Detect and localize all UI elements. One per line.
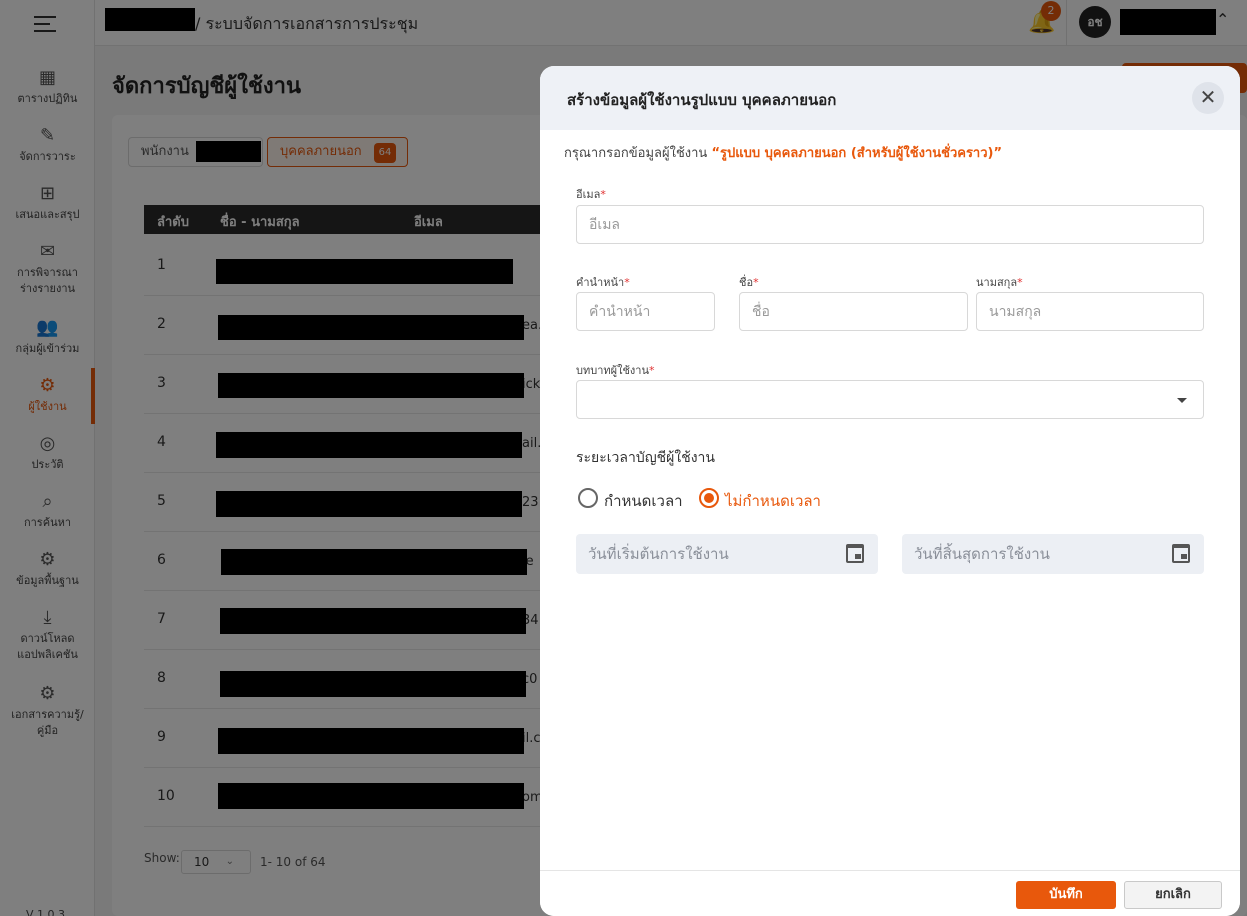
start-date-placeholder: วันที่เริ่มต้นการใช้งาน — [588, 545, 729, 563]
modal-footer: บันทึก ยกเลิก — [540, 870, 1240, 916]
role-select[interactable] — [576, 380, 1204, 419]
modal-header: สร้างข้อมูลผู้ใช้งานรูปแบบ บุคคลภายนอก ✕ — [540, 66, 1240, 130]
radio-fixed-duration-label[interactable]: กำหนดเวลา — [604, 489, 683, 513]
end-date-placeholder: วันที่สิ้นสุดการใช้งาน — [914, 545, 1050, 563]
required-mark: * — [600, 188, 606, 201]
calendar-icon[interactable] — [1172, 544, 1190, 563]
radio-no-limit[interactable] — [699, 488, 719, 508]
start-date-field[interactable]: วันที่เริ่มต้นการใช้งาน — [576, 534, 878, 574]
instruction-text: กรุณากรอกข้อมูลผู้ใช้งาน “รูปแบบ บุคคลภา… — [564, 142, 1002, 163]
close-icon[interactable]: ✕ — [1192, 82, 1224, 114]
email-field[interactable] — [576, 205, 1204, 244]
last-name-label-text: นามสกุล — [976, 276, 1018, 289]
save-button[interactable]: บันทึก — [1016, 881, 1116, 909]
first-name-label-text: ชื่อ — [739, 276, 754, 289]
instruction-highlight: “รูปแบบ บุคคลภายนอก (สำหรับผู้ใช้งานชั่ว… — [711, 146, 1003, 161]
prefix-label: คำนำหน้า* — [576, 273, 630, 291]
modal-title: สร้างข้อมูลผู้ใช้งานรูปแบบ บุคคลภายนอก — [567, 91, 837, 109]
email-label: อีเมล* — [576, 185, 606, 203]
instruction-prefix: กรุณากรอกข้อมูลผู้ใช้งาน — [564, 146, 708, 161]
duration-label: ระยะเวลาบัญชีผู้ใช้งาน — [576, 450, 715, 466]
required-mark: * — [753, 276, 759, 289]
first-name-field[interactable] — [739, 292, 968, 331]
end-date-field[interactable]: วันที่สิ้นสุดการใช้งาน — [902, 534, 1204, 574]
required-mark: * — [1017, 276, 1023, 289]
calendar-icon[interactable] — [846, 544, 864, 563]
role-label: บทบาทผู้ใช้งาน* — [576, 361, 655, 379]
last-name-label: นามสกุล* — [976, 273, 1023, 291]
role-label-text: บทบาทผู้ใช้งาน — [576, 364, 649, 377]
required-mark: * — [649, 364, 655, 377]
create-user-modal: สร้างข้อมูลผู้ใช้งานรูปแบบ บุคคลภายนอก ✕… — [540, 66, 1240, 916]
required-mark: * — [624, 276, 630, 289]
radio-fixed-duration[interactable] — [578, 488, 598, 508]
radio-no-limit-label[interactable]: ไม่กำหนดเวลา — [725, 489, 821, 513]
first-name-label: ชื่อ* — [739, 273, 759, 291]
prefix-field[interactable] — [576, 292, 715, 331]
prefix-label-text: คำนำหน้า — [576, 276, 625, 289]
last-name-field[interactable] — [976, 292, 1204, 331]
email-label-text: อีเมล — [576, 188, 601, 201]
cancel-button[interactable]: ยกเลิก — [1124, 881, 1222, 909]
dropdown-arrow-icon — [1177, 398, 1187, 403]
